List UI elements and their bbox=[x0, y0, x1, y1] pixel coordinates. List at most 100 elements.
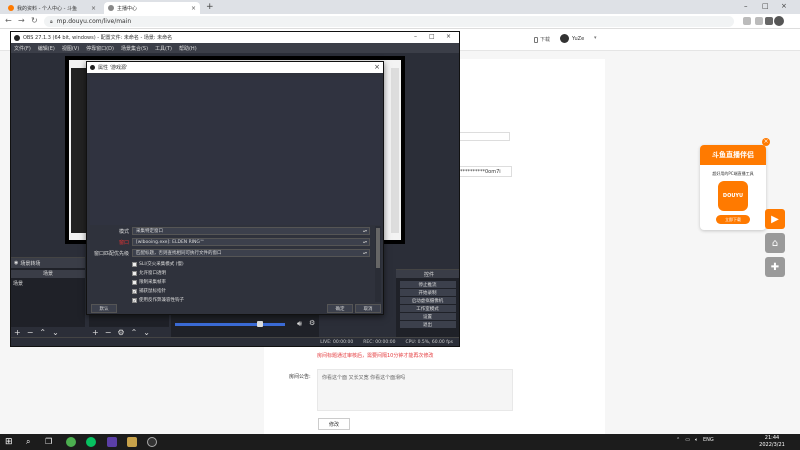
forward-arrow-icon[interactable]: → bbox=[18, 16, 25, 26]
transparency-checkbox[interactable]: 允许窗口透明 bbox=[132, 269, 166, 277]
defaults-button[interactable]: 默认 bbox=[91, 304, 117, 313]
windows-start-icon[interactable]: ⊞ bbox=[5, 437, 15, 447]
url-input[interactable]: 🔒︎ mp.douyu.com/live/main bbox=[44, 16, 734, 27]
home-icon[interactable]: ⌂ bbox=[765, 233, 785, 253]
obs-status-bar: LIVE: 00:00:00 REC: 00:00:00 CPU: 0.5%, … bbox=[11, 337, 459, 346]
notice-label: 房间公告: bbox=[289, 374, 311, 380]
tab-title: 我的资料 - 个人中心 - 斗鱼 bbox=[17, 5, 77, 12]
search-icon[interactable]: ⌕ bbox=[26, 437, 36, 447]
reload-icon[interactable]: ↻ bbox=[31, 16, 38, 26]
task-view-icon[interactable]: ❐ bbox=[45, 437, 55, 447]
input-language[interactable]: ENG bbox=[703, 437, 714, 443]
wechat-icon[interactable] bbox=[86, 437, 96, 447]
menu-help[interactable]: 帮助(H) bbox=[179, 45, 197, 52]
gear-icon[interactable]: ⚙ bbox=[309, 319, 315, 327]
checkbox-label: 允许窗口透明 bbox=[139, 271, 166, 276]
list-item[interactable]: 场景 bbox=[13, 280, 23, 287]
phone-icon bbox=[534, 36, 538, 43]
priority-select[interactable]: 匹配标题，否则查找相同可执行文件的窗口 ▴▾ bbox=[132, 249, 370, 257]
checkbox-box[interactable]: ✓ bbox=[132, 288, 137, 294]
menu-view[interactable]: 视图(V) bbox=[62, 45, 79, 52]
maximize-icon[interactable]: □ bbox=[762, 2, 769, 10]
scrollbar[interactable] bbox=[375, 226, 381, 302]
anticheat-hook-checkbox[interactable]: ✓ 使用反作弊兼容性钩子 bbox=[132, 296, 184, 304]
checkbox-box[interactable] bbox=[132, 270, 137, 276]
volume-slider[interactable] bbox=[175, 323, 285, 326]
close-icon[interactable]: × bbox=[91, 5, 96, 12]
back-arrow-icon[interactable]: ← bbox=[5, 16, 12, 26]
network-icon[interactable]: ▭ bbox=[685, 437, 690, 443]
chevron-down-icon[interactable]: ▾ bbox=[594, 35, 597, 41]
download-link[interactable]: 下载 bbox=[534, 36, 550, 43]
window-select[interactable]: [wlbooing.exe]: ELDEN RING™ ▴▾ bbox=[132, 238, 370, 246]
text-field[interactable] bbox=[458, 132, 510, 141]
gear-icon[interactable]: ⚙ bbox=[117, 328, 124, 337]
tab-streamer-center[interactable]: 主播中心 × bbox=[104, 2, 200, 14]
checkbox-box[interactable] bbox=[132, 279, 137, 285]
star-icon[interactable] bbox=[755, 17, 763, 25]
add-icon[interactable]: + bbox=[14, 328, 21, 337]
capture-cursor-checkbox[interactable]: ✓ 捕获鼠标指针 bbox=[132, 287, 166, 295]
remove-icon[interactable]: − bbox=[27, 328, 34, 337]
virtual-camera-button[interactable]: 启动虚拟摄像机 bbox=[399, 297, 456, 304]
modify-button[interactable]: 修改 bbox=[318, 418, 350, 430]
maximize-icon[interactable]: □ bbox=[429, 33, 435, 40]
menu-tools[interactable]: 工具(T) bbox=[155, 45, 172, 52]
checkbox-label: 限制采集帧率 bbox=[139, 280, 166, 285]
stop-streaming-button[interactable]: 停止推流 bbox=[399, 281, 456, 288]
mode-select[interactable]: 采集特定窗口 ▴▾ bbox=[132, 227, 370, 235]
browser-tab-bar: 我的资料 - 个人中心 - 斗鱼 × 主播中心 × + – □ × bbox=[0, 0, 800, 14]
move-up-icon[interactable]: ⌃ bbox=[131, 328, 138, 337]
username[interactable]: YuZe bbox=[572, 36, 584, 42]
play-icon[interactable]: ▶ bbox=[765, 209, 785, 229]
window-label: 窗口 bbox=[118, 240, 129, 246]
limit-framerate-checkbox[interactable]: 限制采集帧率 bbox=[132, 278, 166, 286]
checkbox-box[interactable]: ✓ bbox=[132, 297, 137, 303]
avatar[interactable] bbox=[560, 34, 569, 43]
tray-chevron-icon[interactable]: ⌃ bbox=[676, 437, 680, 443]
tab-profile[interactable]: 我的资料 - 个人中心 - 斗鱼 × bbox=[4, 2, 100, 14]
gamepad-icon[interactable]: ✚ bbox=[765, 257, 785, 277]
app-icon[interactable] bbox=[107, 437, 117, 447]
move-down-icon[interactable]: ⌄ bbox=[52, 328, 59, 337]
settings-button[interactable]: 设置 bbox=[399, 313, 456, 320]
speaker-icon[interactable]: 🔊︎ bbox=[297, 319, 302, 329]
elden-ring-icon[interactable] bbox=[127, 437, 137, 447]
close-icon[interactable]: × bbox=[191, 5, 196, 12]
exit-button[interactable]: 退出 bbox=[399, 321, 456, 328]
add-icon[interactable]: + bbox=[92, 328, 99, 337]
window-close-icon[interactable]: × bbox=[446, 33, 451, 40]
minimize-icon[interactable]: – bbox=[744, 2, 748, 10]
close-icon[interactable]: × bbox=[374, 63, 380, 71]
extensions-icon[interactable] bbox=[765, 17, 773, 25]
chrome-icon[interactable] bbox=[66, 437, 76, 447]
share-icon[interactable] bbox=[743, 17, 751, 25]
remove-icon[interactable]: − bbox=[105, 328, 112, 337]
start-recording-button[interactable]: 开始录制 bbox=[399, 289, 456, 296]
menu-docks[interactable]: 停靠窗口(D) bbox=[86, 45, 114, 52]
notice-input[interactable]: 你看这个面 又长又宽 你看这个面滑吗 bbox=[317, 369, 513, 411]
minimize-icon[interactable]: – bbox=[414, 33, 417, 40]
new-tab-button[interactable]: + bbox=[206, 2, 214, 12]
sli-checkbox[interactable]: SLI/交火采集模式 (慢) bbox=[132, 260, 184, 268]
profile-avatar[interactable] bbox=[774, 16, 784, 26]
checkbox-box[interactable] bbox=[132, 261, 137, 267]
menu-file[interactable]: 文件(F) bbox=[14, 45, 31, 52]
taskbar-clock[interactable]: 21:44 2022/3/21 bbox=[752, 435, 792, 449]
menu-edit[interactable]: 编辑(E) bbox=[38, 45, 55, 52]
move-down-icon[interactable]: ⌄ bbox=[143, 328, 150, 337]
studio-mode-button[interactable]: 工作室模式 bbox=[399, 305, 456, 312]
move-up-icon[interactable]: ⌃ bbox=[39, 328, 46, 337]
obs-taskbar-icon[interactable] bbox=[147, 437, 157, 447]
ok-button[interactable]: 确定 bbox=[327, 304, 353, 313]
dialog-title: 属性 '游戏源' bbox=[98, 65, 128, 71]
scrollbar-thumb[interactable] bbox=[376, 228, 380, 268]
volume-icon[interactable]: 🔈︎ bbox=[695, 437, 698, 443]
promo-close-button[interactable]: × bbox=[762, 138, 770, 146]
window-close-icon[interactable]: × bbox=[781, 2, 787, 10]
slider-handle[interactable] bbox=[257, 321, 263, 327]
cancel-button[interactable]: 取消 bbox=[355, 304, 381, 313]
promo-download-button[interactable]: 立即下载 bbox=[716, 215, 750, 224]
properties-dialog: 属性 '游戏源' × 模式 采集特定窗口 ▴▾ 窗口 [wlbooing.exe… bbox=[86, 61, 384, 315]
menu-scene-collection[interactable]: 场景集合(S) bbox=[121, 45, 148, 52]
